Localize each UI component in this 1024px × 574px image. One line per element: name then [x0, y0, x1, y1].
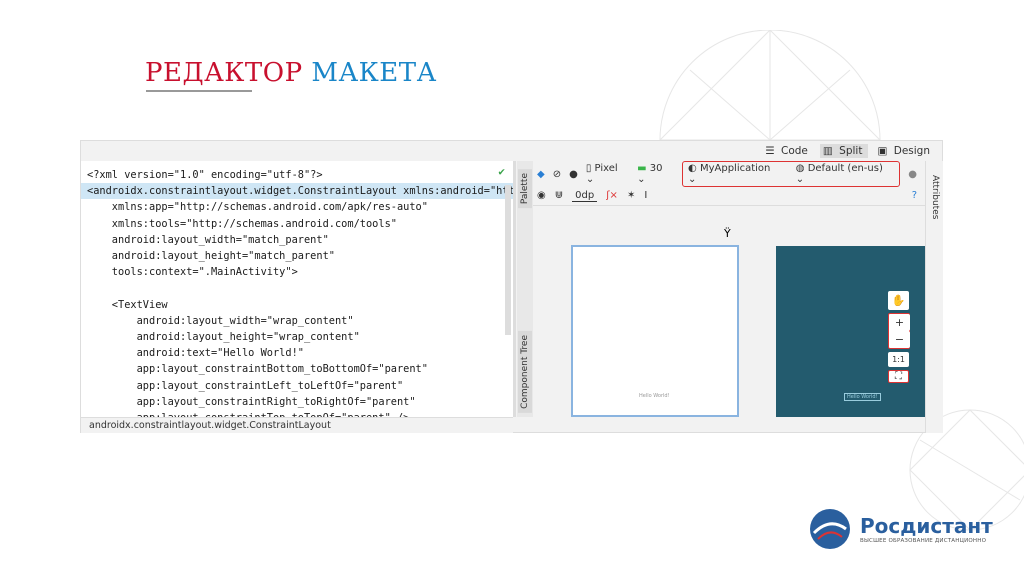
code-mode-button[interactable]: ☰ Code [762, 144, 814, 158]
night-mode-icon[interactable]: ● [569, 169, 578, 180]
locale-dropdown[interactable]: ◍ Default (en-us) ⌄ [796, 163, 894, 185]
design-mode-button[interactable]: ▣ Design [874, 144, 936, 158]
logo-emblem-icon [810, 509, 850, 549]
component-tree-tab[interactable]: Component Tree [518, 331, 532, 413]
api-label: 30 [649, 163, 663, 174]
default-margin-field[interactable]: 0dp [572, 190, 598, 202]
device-dropdown[interactable]: ▯ Pixel ⌄ [586, 163, 629, 185]
code-line[interactable]: <androidx.constraintlayout.widget.Constr… [81, 183, 513, 200]
code-line[interactable]: app:layout_constraintRight_toRightOf="pa… [87, 394, 416, 410]
pan-hand-icon[interactable]: ✋ [888, 291, 909, 310]
logo-tagline: ВЫСШЕЕ ОБРАЗОВАНИЕ ДИСТАНЦИОННО [860, 538, 987, 544]
android-icon: ▬ [637, 163, 647, 174]
code-line[interactable]: android:layout_height="wrap_content" [87, 329, 360, 345]
code-line[interactable]: android:layout_width="wrap_content" [87, 313, 354, 329]
clear-constraints-icon[interactable]: ʃ× [606, 190, 618, 201]
split-label: Split [839, 145, 863, 157]
zoom-controls: ✋ + − 1:1 ⛶ [888, 291, 910, 386]
preview-text[interactable]: Hello World! [639, 393, 670, 399]
magnet-icon[interactable]: ⋓ [555, 190, 563, 201]
locale-label: Default (en-us) [807, 163, 883, 174]
code-line[interactable]: android:layout_height="match_parent" [87, 248, 335, 264]
wrench-icon[interactable]: Ÿ [724, 227, 731, 240]
blueprint-preview[interactable]: Hello World! ✋ + − 1:1 ⛶ [776, 246, 925, 417]
code-line[interactable]: android:layout_width="match_parent" [87, 232, 329, 248]
highlighted-theme-locale: ◐ MyApplication ⌄ ◍ Default (en-us) ⌄ [682, 161, 901, 187]
code-line[interactable]: app:layout_constraintTop_toTopOf="parent… [87, 410, 410, 417]
title-part-2: МАКЕТА [311, 58, 437, 88]
blueprint-text[interactable]: Hello World! [844, 393, 881, 401]
code-line[interactable]: android:text="Hello World!" [87, 345, 304, 361]
design-toolbar-bottom: ◉ ⋓ 0dp ʃ× ✶ I ? [533, 186, 925, 206]
code-line[interactable]: <?xml version="1.0" encoding="utf-8"?> [87, 167, 323, 183]
design-label: Design [893, 145, 930, 157]
zoom-out-button[interactable]: − [889, 331, 910, 348]
title-underline [146, 90, 252, 92]
code-line[interactable]: xmlns:app="http://schemas.android.com/ap… [87, 199, 428, 215]
attributes-strip: Attributes [925, 161, 943, 433]
eye-icon[interactable]: ◉ [537, 190, 546, 201]
rosdistant-logo: Росдистант ВЫСШЕЕ ОБРАЗОВАНИЕ ДИСТАНЦИОНН… [808, 507, 993, 551]
split-divider[interactable] [513, 161, 516, 417]
view-mode-switcher: ☰ Code ▥ Split ▣ Design [762, 144, 936, 158]
palette-strip: Palette Component Tree [517, 161, 533, 417]
code-line[interactable]: tools:context=".MainActivity"> [87, 264, 298, 280]
code-line[interactable]: <TextView [87, 297, 168, 313]
design-surface[interactable]: Ÿ Hello World! Hello World! ✋ + − 1:1 ⛶ [533, 207, 925, 417]
design-preview[interactable]: Hello World! [571, 245, 739, 417]
code-label: Code [781, 145, 808, 157]
code-line[interactable]: app:layout_constraintLeft_toLeftOf="pare… [87, 378, 404, 394]
design-toolbar-top: ◆ ⊘ ● ▯ Pixel ⌄ ▬ 30 ⌄ ◐ MyApplication ⌄… [533, 161, 925, 187]
attributes-tab[interactable]: Attributes [928, 171, 942, 223]
logo-name: Росдистант [860, 514, 993, 538]
infer-constraints-icon[interactable]: ✶ [627, 190, 635, 201]
code-line[interactable]: xmlns:tools="http://schemas.android.com/… [87, 216, 397, 232]
slide-title: РЕДАКТОР МАКЕТА [145, 58, 437, 88]
zoom-one-to-one-button[interactable]: 1:1 [888, 352, 909, 367]
theme-label: MyApplication [699, 163, 771, 174]
help-icon[interactable]: ? [912, 190, 917, 201]
device-label: Pixel [594, 163, 618, 174]
code-line[interactable]: app:layout_constraintBottom_toBottomOf="… [87, 361, 428, 377]
status-bar-breadcrumb: androidx.constraintlayout.widget.Constra… [81, 417, 513, 433]
theme-dropdown[interactable]: ◐ MyApplication ⌄ [688, 163, 782, 185]
align-icon[interactable]: I [644, 190, 647, 201]
android-studio-layout-editor: ☰ Code ▥ Split ▣ Design ✔ <?xml version=… [80, 140, 943, 433]
checkmark-icon: ✔ [498, 165, 505, 178]
warning-icon[interactable]: ● [908, 169, 917, 180]
xml-code-editor[interactable]: ✔ <?xml version="1.0" encoding="utf-8"?>… [81, 161, 513, 417]
title-part-1: РЕДАКТОР [145, 58, 303, 88]
api-dropdown[interactable]: ▬ 30 ⌄ [637, 163, 674, 185]
palette-tab[interactable]: Palette [518, 169, 532, 209]
zoom-to-fit-icon[interactable]: ⛶ [888, 370, 909, 383]
zoom-in-button[interactable]: + [889, 314, 910, 331]
layers-icon[interactable]: ◆ [537, 169, 545, 180]
editor-scrollbar[interactable] [505, 185, 511, 335]
orientation-icon[interactable]: ⊘ [553, 169, 561, 180]
split-mode-button[interactable]: ▥ Split [819, 144, 869, 158]
